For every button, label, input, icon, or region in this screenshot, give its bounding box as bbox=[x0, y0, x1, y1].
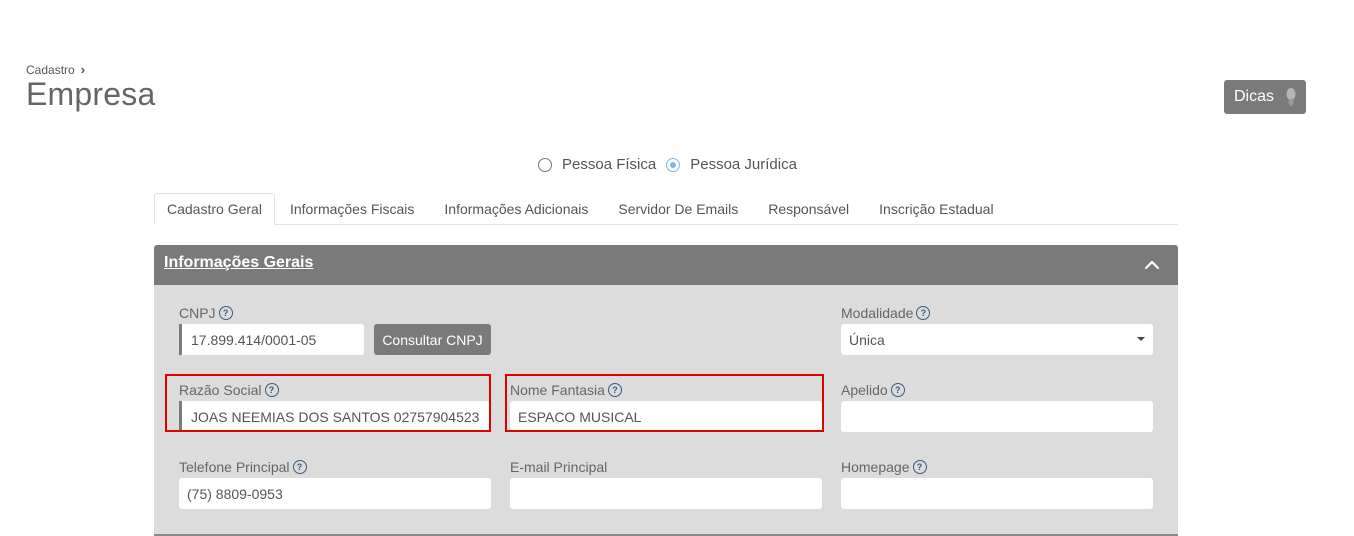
caret-down-icon bbox=[1137, 337, 1145, 341]
nome-fantasia-value: ESPACO MUSICAL bbox=[518, 408, 642, 425]
nome-fantasia-label-text: Nome Fantasia bbox=[510, 382, 605, 398]
email-label: E-mail Principal bbox=[510, 459, 607, 475]
razao-social-label: Razão Social ? bbox=[179, 382, 279, 398]
radio-pessoa-fisica-label[interactable]: Pessoa Física bbox=[562, 156, 656, 173]
consultar-cnpj-button[interactable]: Consultar CNPJ bbox=[374, 324, 491, 355]
tab-bar: Cadastro Geral Informações Fiscais Infor… bbox=[154, 193, 1178, 225]
breadcrumb-cadastro[interactable]: Cadastro bbox=[26, 63, 75, 77]
homepage-input[interactable] bbox=[841, 478, 1153, 509]
page-title: Empresa bbox=[26, 76, 156, 112]
question-circle-icon[interactable]: ? bbox=[218, 306, 233, 320]
razao-social-label-text: Razão Social bbox=[179, 382, 262, 398]
panel-header[interactable]: Informações Gerais bbox=[154, 245, 1178, 285]
breadcrumb: Cadastro › bbox=[26, 62, 85, 77]
email-label-text: E-mail Principal bbox=[510, 459, 608, 475]
nome-fantasia-input[interactable]: ESPACO MUSICAL bbox=[510, 401, 822, 432]
tab-responsavel[interactable]: Responsável bbox=[753, 193, 864, 225]
cnpj-value: 17.899.414/0001-05 bbox=[191, 331, 317, 348]
radio-pessoa-juridica-label[interactable]: Pessoa Jurídica bbox=[690, 156, 797, 173]
dicas-button[interactable]: Dicas bbox=[1224, 80, 1306, 114]
person-type-radio-group: Pessoa Física Pessoa Jurídica bbox=[538, 156, 807, 173]
homepage-label: Homepage ? bbox=[841, 459, 927, 475]
telefone-label-text: Telefone Principal bbox=[179, 459, 290, 475]
modalidade-label-text: Modalidade bbox=[841, 305, 914, 321]
modalidade-value: Única bbox=[849, 331, 885, 348]
dicas-label: Dicas bbox=[1234, 88, 1275, 105]
tab-cadastro-geral[interactable]: Cadastro Geral bbox=[154, 193, 275, 225]
chevron-right-icon: › bbox=[80, 62, 86, 77]
modalidade-label: Modalidade ? bbox=[841, 305, 931, 321]
question-circle-icon[interactable]: ? bbox=[912, 460, 927, 474]
radio-pessoa-juridica[interactable] bbox=[666, 157, 681, 172]
informacoes-gerais-panel: Informações Gerais CNPJ ? 17.899.414/000… bbox=[154, 245, 1178, 536]
question-circle-icon[interactable]: ? bbox=[890, 383, 905, 397]
razao-social-input[interactable]: JOAS NEEMIAS DOS SANTOS 02757904523 bbox=[179, 401, 491, 432]
cnpj-label: CNPJ ? bbox=[179, 305, 233, 321]
homepage-label-text: Homepage bbox=[841, 459, 910, 475]
tab-servidor-de-emails[interactable]: Servidor De Emails bbox=[603, 193, 753, 225]
question-circle-icon[interactable]: ? bbox=[607, 383, 622, 397]
question-circle-icon[interactable]: ? bbox=[916, 306, 931, 320]
apelido-label-text: Apelido bbox=[841, 382, 888, 398]
telefone-label: Telefone Principal ? bbox=[179, 459, 307, 475]
tab-inscricao-estadual[interactable]: Inscrição Estadual bbox=[864, 193, 1008, 225]
tab-informacoes-fiscais[interactable]: Informações Fiscais bbox=[275, 193, 429, 225]
question-circle-icon[interactable]: ? bbox=[292, 460, 307, 474]
email-input[interactable] bbox=[510, 478, 822, 509]
tab-informacoes-adicionais[interactable]: Informações Adicionais bbox=[429, 193, 603, 225]
nome-fantasia-label: Nome Fantasia ? bbox=[510, 382, 622, 398]
modalidade-select[interactable]: Única bbox=[841, 324, 1153, 355]
chevron-up-icon[interactable] bbox=[1144, 257, 1160, 273]
apelido-input[interactable] bbox=[841, 401, 1153, 432]
panel-title[interactable]: Informações Gerais bbox=[164, 254, 313, 272]
telefone-value: (75) 8809-0953 bbox=[187, 485, 283, 502]
apelido-label: Apelido ? bbox=[841, 382, 905, 398]
question-circle-icon[interactable]: ? bbox=[264, 383, 279, 397]
razao-social-value: JOAS NEEMIAS DOS SANTOS 02757904523 bbox=[191, 408, 480, 425]
telefone-input[interactable]: (75) 8809-0953 bbox=[179, 478, 491, 509]
cnpj-label-text: CNPJ bbox=[179, 305, 216, 321]
radio-pessoa-fisica[interactable] bbox=[538, 157, 552, 172]
cnpj-input[interactable]: 17.899.414/0001-05 bbox=[179, 324, 364, 355]
lightbulb-icon bbox=[1286, 88, 1296, 106]
